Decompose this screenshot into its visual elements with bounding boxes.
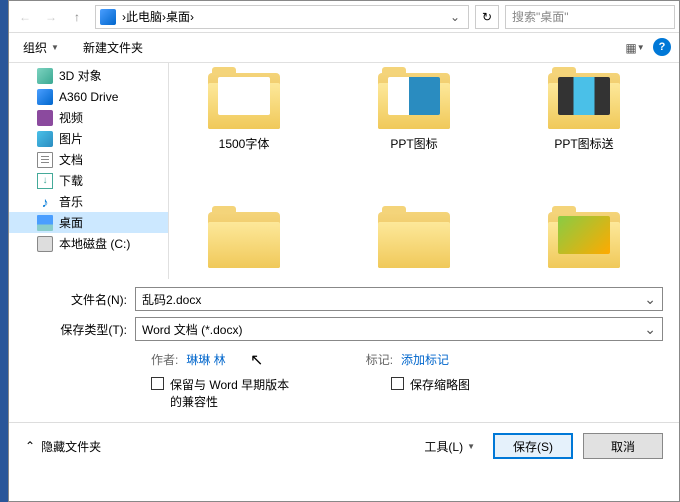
filetype-label: 保存类型(T): [25,321,135,338]
checkbox-icon [151,377,164,390]
path-segment[interactable]: 此电脑 [126,8,162,25]
folder-item[interactable]: PPT图标送 [529,73,639,152]
tree-item-video[interactable]: 视频 [9,107,168,128]
thumbnail-checkbox[interactable]: 保存缩略图 [391,376,470,410]
folder-icon [208,212,280,268]
back-button[interactable]: ← [13,5,37,29]
folder-item[interactable]: PPT图标 [359,73,469,152]
tree-item-3d[interactable]: 3D 对象 [9,65,168,86]
folder-icon [548,73,620,129]
author-label: 作者: [151,351,178,368]
tree-item-music[interactable]: ♪音乐 [9,191,168,212]
tree-item-downloads[interactable]: 下载 [9,170,168,191]
toolbar: 组织 ▼ 新建文件夹 ▦ ▼ ? [9,33,679,63]
cloud-drive-icon [37,89,53,105]
folder-icon [378,212,450,268]
filetype-select[interactable]: Word 文档 (*.docx) [135,317,663,341]
checkbox-icon [391,377,404,390]
hide-folders-button[interactable]: ⌃ 隐藏文件夹 [25,438,101,455]
downloads-icon [37,173,53,189]
view-mode-button[interactable]: ▦ ▼ [625,38,645,58]
cancel-button[interactable]: 取消 [583,433,663,459]
up-button[interactable]: ↑ [65,5,89,29]
folder-item[interactable]: 1500字体 [189,73,299,152]
folder-item[interactable] [529,212,639,268]
folder-icon [378,73,450,129]
address-bar: ← → ↑ › 此电脑 › 桌面 › ⌄ ↻ 搜索"桌面" [9,1,679,33]
folder-icon [208,73,280,129]
search-input[interactable]: 搜索"桌面" [505,5,675,29]
file-list: 1500字体 PPT图标 PPT图标送 [169,63,679,279]
tree-item-pictures[interactable]: 图片 [9,128,168,149]
tree-item-documents[interactable]: 文档 [9,149,168,170]
tree-item-disk-c[interactable]: 本地磁盘 (C:) [9,233,168,254]
chevron-down-icon: ▼ [467,442,475,451]
3d-objects-icon [37,68,53,84]
music-icon: ♪ [37,194,53,210]
navigation-tree: 3D 对象 A360 Drive 视频 图片 文档 下载 ♪音乐 桌面 本地磁盘… [9,63,169,279]
forward-button[interactable]: → [39,5,63,29]
tree-item-desktop[interactable]: 桌面 [9,212,168,233]
folder-item[interactable] [189,212,299,268]
computer-icon [100,9,116,25]
folder-icon [548,212,620,268]
folder-item[interactable] [359,212,469,268]
documents-icon [37,152,53,168]
disk-icon [37,236,53,252]
save-button[interactable]: 保存(S) [493,433,573,459]
filename-input[interactable]: 乱码2.docx [135,287,663,311]
organize-button[interactable]: 组织 ▼ [17,37,65,58]
desktop-icon [37,215,53,231]
address-input[interactable]: › 此电脑 › 桌面 › ⌄ [95,5,469,29]
compat-checkbox[interactable]: 保留与 Word 早期版本的兼容性 [151,376,291,410]
chevron-down-icon[interactable]: ⌄ [446,10,464,24]
refresh-button[interactable]: ↻ [475,5,499,29]
tools-button[interactable]: 工具(L) ▼ [416,434,483,459]
video-icon [37,110,53,126]
chevron-down-icon: ▼ [51,43,59,52]
author-value[interactable]: 琳琳 林 [186,351,225,368]
tree-item-a360[interactable]: A360 Drive [9,86,168,107]
chevron-up-icon: ⌃ [25,439,35,453]
new-folder-button[interactable]: 新建文件夹 [77,37,149,58]
pictures-icon [37,131,53,147]
tags-value[interactable]: 添加标记 [401,351,449,368]
path-segment[interactable]: 桌面 [166,8,190,25]
tags-label: 标记: [366,351,393,368]
help-icon[interactable]: ? [653,38,671,56]
filename-label: 文件名(N): [25,291,135,308]
